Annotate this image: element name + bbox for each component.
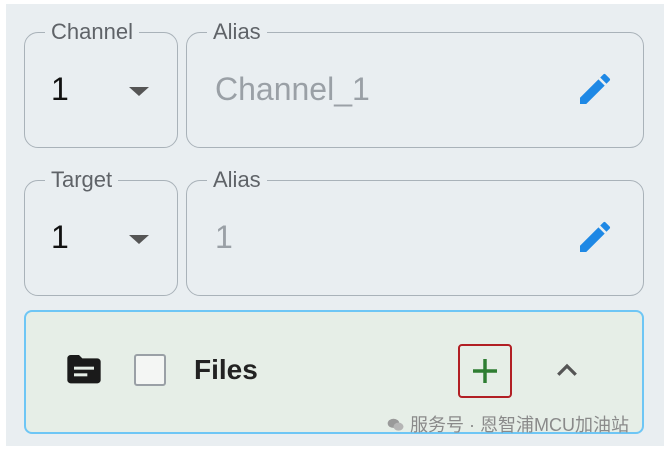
channel-alias-field[interactable]: Alias Channel_1 xyxy=(186,17,644,148)
wechat-icon xyxy=(387,418,404,431)
target-value: 1 xyxy=(51,219,69,255)
chevron-down-icon[interactable] xyxy=(129,87,149,96)
config-panel: Channel 1 Alias Channel_1 Target 1 Alias… xyxy=(6,4,664,446)
target-alias-field[interactable]: Alias 1 xyxy=(186,165,644,296)
chevron-up-icon[interactable] xyxy=(552,356,582,386)
add-file-button[interactable] xyxy=(458,344,512,398)
target-label: Target xyxy=(45,165,119,195)
chevron-down-icon[interactable] xyxy=(129,235,149,244)
plus-icon xyxy=(473,359,497,383)
channel-alias-value: Channel_1 xyxy=(215,71,370,107)
target-alias-label: Alias xyxy=(207,165,267,195)
target-alias-value: 1 xyxy=(215,219,233,255)
watermark-text: 服务号 · 恩智浦MCU加油站 xyxy=(410,415,629,435)
watermark: 服务号 · 恩智浦MCU加油站 xyxy=(386,413,629,437)
pencil-icon[interactable] xyxy=(575,217,615,257)
channel-select[interactable]: Channel 1 xyxy=(24,17,178,148)
channel-label: Channel xyxy=(45,17,139,47)
files-label: Files xyxy=(194,354,258,385)
channel-alias-label: Alias xyxy=(207,17,267,47)
channel-value: 1 xyxy=(51,71,69,107)
target-select[interactable]: Target 1 xyxy=(24,165,178,296)
folder-icon xyxy=(67,355,101,384)
pencil-icon[interactable] xyxy=(575,69,615,109)
files-checkbox[interactable] xyxy=(134,354,166,386)
